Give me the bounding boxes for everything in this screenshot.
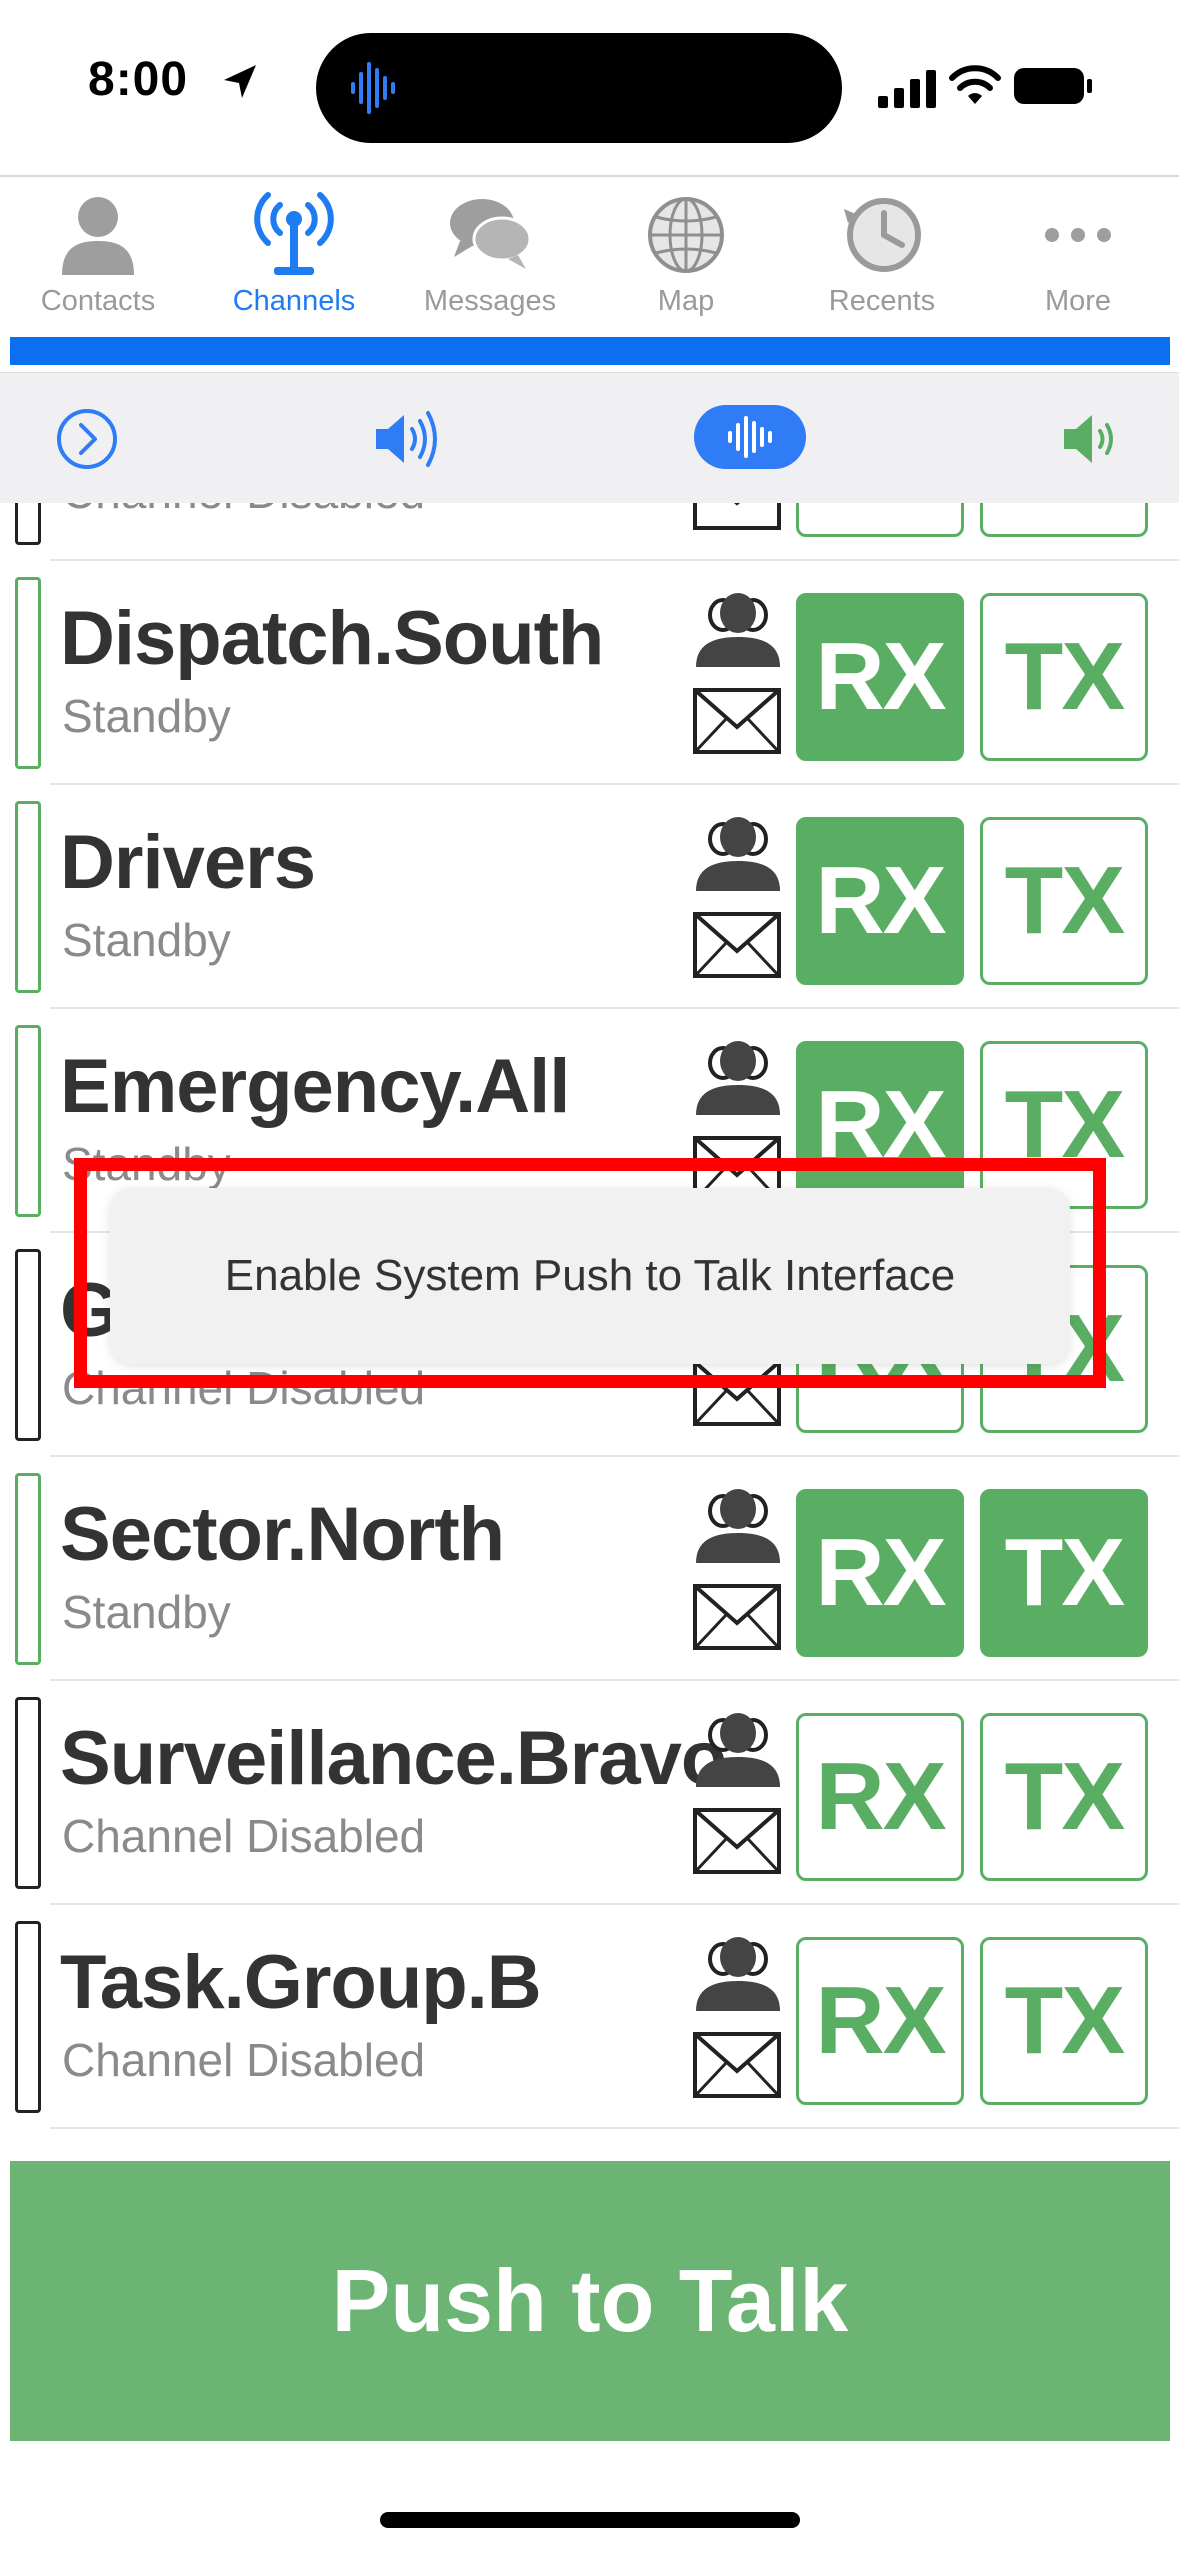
tx-button[interactable]: TX [980,1713,1148,1881]
control-bar [0,372,1179,504]
envelope-icon[interactable] [692,687,782,755]
channel-status-indicator [15,1921,41,2113]
channel-name: Surveillance.Bravo [60,1716,727,1801]
push-to-talk-button[interactable]: Push to Talk [10,2161,1170,2441]
tx-button[interactable]: TX [980,817,1148,985]
channel-row[interactable]: Drivers Standby RX TX [0,785,1179,1009]
battery-icon [1014,68,1092,104]
channel-status: Standby [62,914,231,966]
cellular-signal-icon [878,70,936,108]
channel-status-indicator [15,1473,41,1665]
rx-button[interactable] [796,503,964,537]
envelope-icon[interactable] [692,1807,782,1875]
channel-status: Standby [62,690,231,742]
group-members-icon[interactable] [690,1933,786,2013]
tab-label: Messages [423,285,557,317]
active-indicator-bar [10,337,1170,365]
tab-label: Recents [828,285,936,317]
channel-status: Channel Disabled [62,1810,426,1862]
channel-name: Dispatch.South [60,596,604,681]
tab-more[interactable]: More [980,177,1176,337]
tx-button[interactable]: TX [980,593,1148,761]
tab-map[interactable]: Map [588,177,784,337]
chevron-right-circle-icon[interactable] [52,407,122,471]
envelope-icon[interactable] [692,2031,782,2099]
channel-status: Channel Disabled [62,503,425,519]
channel-row[interactable]: Dispatch.South Standby RX TX [0,561,1179,785]
rx-button[interactable]: RX [796,593,964,761]
person-icon [62,197,134,275]
tx-button[interactable]: TX [980,1937,1148,2105]
status-time: 8:00 [88,53,189,106]
envelope-icon[interactable] [692,503,782,531]
waveform-icon [351,62,395,114]
tab-contacts[interactable]: Contacts [0,177,196,337]
rx-button[interactable]: RX [796,1489,964,1657]
group-members-icon[interactable] [690,589,786,669]
rx-button[interactable]: RX [796,817,964,985]
antenna-icon [254,192,334,275]
group-members-icon[interactable] [690,1485,786,1565]
envelope-icon[interactable] [692,1583,782,1651]
chat-bubbles-icon [450,199,532,269]
rx-button[interactable]: RX [796,1937,964,2105]
channel-row[interactable]: Sector.North Standby RX TX [0,1457,1179,1681]
group-members-icon[interactable] [690,1037,786,1117]
tab-bar: Contacts Channels Messages Map Recents M… [0,175,1179,337]
highlight-annotation-box [74,1158,1106,1388]
channel-status: Channel Disabled [62,2034,426,2086]
speaker-green-icon[interactable] [1060,407,1130,471]
channel-status-indicator [15,1249,41,1441]
channel-name: Drivers [60,820,316,905]
channel-name: Emergency.All [60,1044,570,1129]
tab-recents[interactable]: Recents [784,177,980,337]
location-arrow-icon [224,65,256,98]
channel-status-indicator [15,1697,41,1889]
channel-status-indicator [15,1025,41,1217]
row-divider [50,2127,1179,2129]
status-bar: 8:00 [0,0,1179,175]
waveform-icon [728,416,772,458]
rx-button[interactable]: RX [796,1713,964,1881]
home-indicator[interactable] [380,2512,800,2528]
channel-row[interactable]: Task.Group.B Channel Disabled RX TX [0,1905,1179,2129]
tab-messages[interactable]: Messages [392,177,588,337]
channel-row[interactable]: Channel Disabled [0,503,1179,561]
channel-name: Task.Group.B [60,1940,542,2025]
channel-status-indicator [15,577,41,769]
tx-button[interactable]: TX [980,1489,1148,1657]
channel-name: Sector.North [60,1492,505,1577]
group-members-icon[interactable] [690,1709,786,1789]
system-ptt-toggle[interactable] [694,405,806,469]
tab-label: Map [657,285,715,317]
tx-button[interactable] [980,503,1148,537]
envelope-icon[interactable] [692,911,782,979]
channel-row[interactable]: Surveillance.Bravo Channel Disabled RX T… [0,1681,1179,1905]
ellipsis-icon [1045,228,1111,242]
tab-label: Contacts [40,285,156,317]
channel-status: Standby [62,1586,231,1638]
speaker-icon[interactable] [372,407,442,471]
tab-channels[interactable]: Channels [196,177,392,337]
tab-label: Channels [232,285,356,317]
wifi-icon [949,65,1001,104]
tab-label: More [1044,285,1112,317]
history-clock-icon [844,198,921,272]
channel-status-indicator [15,503,41,545]
channel-status-indicator [15,801,41,993]
group-members-icon[interactable] [690,813,786,893]
globe-icon [648,197,724,273]
